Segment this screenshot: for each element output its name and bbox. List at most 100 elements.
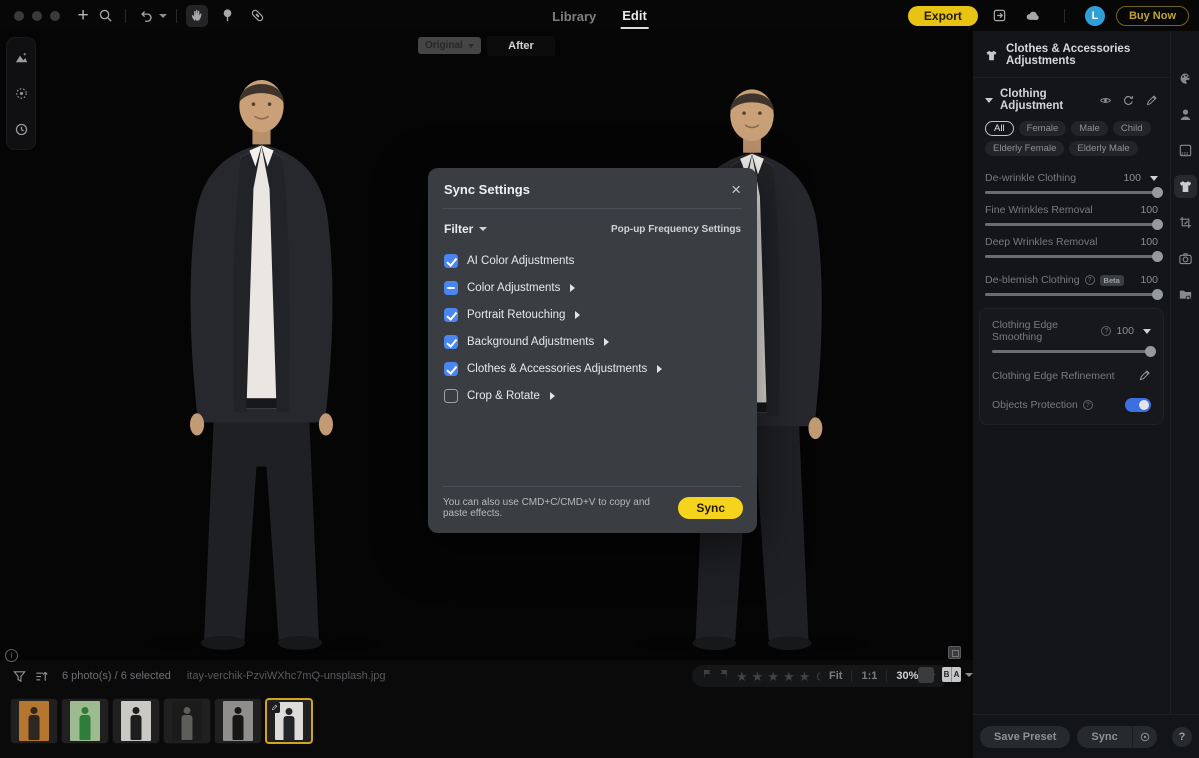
- slider-value[interactable]: 100: [1116, 325, 1134, 337]
- sync-settings-gear-icon[interactable]: [1132, 726, 1157, 748]
- modal-sync-button[interactable]: Sync: [678, 497, 743, 519]
- buy-now-button[interactable]: Buy Now: [1116, 6, 1189, 26]
- reject-flag-icon[interactable]: [719, 667, 729, 685]
- pick-flag-icon[interactable]: [702, 667, 712, 685]
- clothes-icon[interactable]: [1174, 175, 1197, 198]
- add-photos-button[interactable]: +: [72, 5, 94, 27]
- dropdown-arrow-icon[interactable]: [1143, 329, 1151, 334]
- thumbnail-2[interactable]: [61, 698, 109, 744]
- expand-arrow-icon[interactable]: [570, 284, 575, 292]
- option-background-adjustments[interactable]: Background Adjustments: [444, 328, 741, 355]
- slider-track[interactable]: [985, 223, 1158, 226]
- original-view-selector[interactable]: Original: [418, 37, 481, 54]
- thumbnail-1[interactable]: [10, 698, 58, 744]
- portrait-icon[interactable]: [1174, 103, 1197, 126]
- option-portrait-retouching[interactable]: Portrait Retouching: [444, 301, 741, 328]
- option-crop-rotate[interactable]: Crop & Rotate: [444, 382, 741, 409]
- color-palette-icon[interactable]: [1174, 67, 1197, 90]
- expand-arrow-icon[interactable]: [575, 311, 580, 319]
- loupe-tool-icon[interactable]: [216, 5, 238, 27]
- slider-handle[interactable]: [1152, 219, 1163, 230]
- slider-value[interactable]: 100: [1140, 274, 1158, 286]
- objects-protection-toggle[interactable]: [1125, 398, 1151, 412]
- cloud-sync-icon[interactable]: [1022, 5, 1044, 27]
- single-view-icon[interactable]: [918, 667, 934, 683]
- healing-bandaid-tool-icon[interactable]: [246, 5, 268, 27]
- clothing-adjustment-section-header[interactable]: Clothing Adjustment: [973, 78, 1170, 112]
- star-icon[interactable]: ★: [736, 670, 748, 683]
- slider-track[interactable]: [992, 350, 1151, 353]
- help-icon[interactable]: ?: [1083, 400, 1093, 410]
- slider-track[interactable]: [985, 191, 1158, 194]
- undo-icon[interactable]: [135, 5, 157, 27]
- close-icon[interactable]: ×: [731, 181, 741, 198]
- pill-male[interactable]: Male: [1071, 121, 1108, 136]
- option-color-adjustments[interactable]: Color Adjustments: [444, 274, 741, 301]
- thumbnail-3[interactable]: [112, 698, 160, 744]
- save-preset-button[interactable]: Save Preset: [980, 726, 1070, 748]
- camera-icon[interactable]: [1174, 247, 1197, 270]
- reset-icon[interactable]: [1122, 94, 1135, 107]
- crop-icon[interactable]: [1174, 211, 1197, 234]
- preview-size-badge-icon[interactable]: [948, 646, 961, 659]
- star-icon[interactable]: ★: [799, 670, 811, 683]
- pill-all[interactable]: All: [985, 121, 1014, 136]
- export-settings-icon[interactable]: [989, 5, 1011, 27]
- slider-handle[interactable]: [1152, 187, 1163, 198]
- edit-pen-icon[interactable]: [1145, 94, 1158, 107]
- brush-mask-icon[interactable]: [11, 83, 31, 103]
- ratio-1-1-button[interactable]: 1:1: [861, 670, 877, 682]
- slider-track[interactable]: [985, 255, 1158, 258]
- slider-handle[interactable]: [1152, 289, 1163, 300]
- thumbnail-6-selected[interactable]: [265, 698, 313, 744]
- ai-image-icon[interactable]: [11, 47, 31, 67]
- window-controls[interactable]: [14, 11, 60, 21]
- zoom-level-value[interactable]: 30%: [896, 670, 918, 682]
- checkbox[interactable]: [444, 389, 458, 403]
- popup-frequency-settings-link[interactable]: Pop-up Frequency Settings: [611, 224, 741, 235]
- checkbox[interactable]: [444, 362, 458, 376]
- slider-value[interactable]: 100: [1140, 204, 1158, 216]
- sync-button[interactable]: Sync: [1077, 726, 1131, 748]
- expand-arrow-icon[interactable]: [550, 392, 555, 400]
- checkbox[interactable]: [444, 308, 458, 322]
- folder-review-icon[interactable]: [1174, 283, 1197, 306]
- checkbox[interactable]: [444, 335, 458, 349]
- pill-elderly-male[interactable]: Elderly Male: [1069, 141, 1137, 156]
- before-after-view-icon[interactable]: B A: [942, 667, 961, 682]
- info-icon[interactable]: i: [5, 649, 18, 662]
- search-icon[interactable]: [94, 5, 116, 27]
- tab-library[interactable]: Library: [550, 3, 598, 28]
- fit-button[interactable]: Fit: [829, 670, 842, 682]
- star-icon[interactable]: ★: [752, 670, 764, 683]
- pill-child[interactable]: Child: [1113, 121, 1151, 136]
- checkbox[interactable]: [444, 254, 458, 268]
- star-icon[interactable]: ★: [783, 670, 795, 683]
- edit-pen-icon[interactable]: [1138, 369, 1151, 382]
- filter-funnel-icon[interactable]: [10, 667, 28, 685]
- user-avatar[interactable]: L: [1085, 6, 1105, 26]
- thumbnail-4[interactable]: [163, 698, 211, 744]
- slider-value[interactable]: 100: [1123, 172, 1141, 184]
- visibility-eye-icon[interactable]: [1099, 94, 1112, 107]
- star-icon[interactable]: ★: [767, 670, 779, 683]
- sort-icon[interactable]: [32, 667, 50, 685]
- expand-arrow-icon[interactable]: [604, 338, 609, 346]
- filter-dropdown[interactable]: Filter: [444, 222, 487, 236]
- slider-value[interactable]: 100: [1140, 236, 1158, 248]
- slider-track[interactable]: [985, 293, 1158, 296]
- undo-menu-chevron-icon[interactable]: [159, 14, 167, 18]
- checkbox[interactable]: [444, 281, 458, 295]
- thumbnail-5[interactable]: [214, 698, 262, 744]
- pill-elderly-female[interactable]: Elderly Female: [985, 141, 1064, 156]
- help-icon[interactable]: ?: [1085, 275, 1095, 285]
- option-clothes-accessories-adjustments[interactable]: Clothes & Accessories Adjustments: [444, 355, 741, 382]
- view-mode-chevron-icon[interactable]: [965, 673, 973, 677]
- help-icon[interactable]: ?: [1101, 326, 1111, 336]
- dropdown-arrow-icon[interactable]: [1150, 176, 1158, 181]
- expand-arrow-icon[interactable]: [657, 365, 662, 373]
- slider-handle[interactable]: [1145, 346, 1156, 357]
- pill-female[interactable]: Female: [1019, 121, 1067, 136]
- history-icon[interactable]: [11, 119, 31, 139]
- background-icon[interactable]: [1174, 139, 1197, 162]
